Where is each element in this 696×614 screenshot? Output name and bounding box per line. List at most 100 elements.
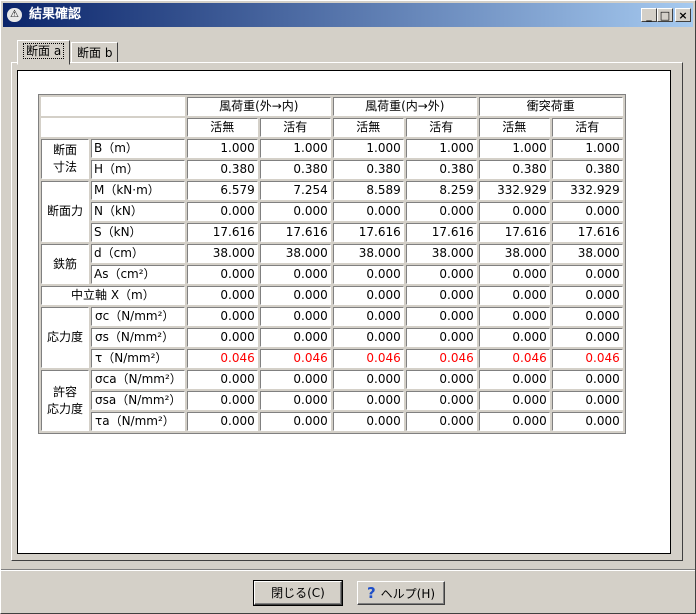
tab-section-a[interactable]: 断面 a	[17, 40, 71, 65]
app-icon[interactable]: ⚠	[7, 8, 22, 22]
row-label: τa（N/mm²）	[91, 412, 185, 431]
row-label: σs（N/mm²）	[91, 328, 185, 347]
value-cell: 0.000	[405, 202, 477, 221]
value-cell: 0.000	[478, 286, 550, 305]
row-label: M（kN·m）	[91, 181, 185, 200]
table-row: 中立軸 X（m） 0.000 0.000 0.000 0.000 0.000 0…	[41, 286, 623, 305]
help-button[interactable]: ? ヘルプ(H)	[357, 581, 445, 605]
help-icon: ?	[366, 584, 376, 602]
value-cell: 0.380	[186, 160, 258, 179]
value-cell: 0.000	[551, 202, 623, 221]
value-cell-warning: 0.046	[405, 349, 477, 368]
value-cell: 0.000	[186, 370, 258, 389]
value-cell: 0.000	[478, 328, 550, 347]
group-header-impact: 衝突荷重	[478, 97, 623, 116]
value-cell: 0.000	[551, 370, 623, 389]
value-cell: 0.000	[332, 202, 404, 221]
value-cell: 332.929	[478, 181, 550, 200]
group-label-allowable-stress: 許容 応力度	[41, 370, 89, 431]
row-label: N（kN）	[91, 202, 185, 221]
subheader-cell: 活有	[551, 118, 623, 137]
value-cell: 0.000	[405, 391, 477, 410]
value-cell: 6.579	[186, 181, 258, 200]
value-cell: 0.000	[332, 412, 404, 431]
value-cell: 17.616	[332, 223, 404, 242]
value-cell: 0.000	[405, 286, 477, 305]
table-header-row: 風荷重(外→内) 風荷重(内→外) 衝突荷重	[41, 97, 623, 116]
table-row: 断面力 M（kN·m） 6.579 7.254 8.589 8.259 332.…	[41, 181, 623, 242]
value-cell: 17.616	[259, 223, 331, 242]
table-row: S（kN） 17.616 17.616 17.616 17.616 17.616…	[41, 223, 623, 242]
table-row: 応力度 σc（N/mm²） 0.000 0.000 0.000 0.000 0.…	[41, 307, 623, 368]
table-row: 許容 応力度 σca（N/mm²） 0.000 0.000 0.000 0.000…	[41, 370, 623, 431]
value-cell: 0.000	[551, 307, 623, 326]
minimize-button[interactable]: _	[641, 8, 657, 22]
value-cell: 1.000	[551, 139, 623, 158]
row-label-neutral-axis: 中立軸 X（m）	[41, 286, 185, 305]
value-cell: 0.000	[478, 391, 550, 410]
value-cell: 17.616	[405, 223, 477, 242]
value-cell: 17.616	[478, 223, 550, 242]
value-cell: 0.000	[259, 307, 331, 326]
subheader-cell: 活無	[332, 118, 404, 137]
value-cell: 0.000	[405, 307, 477, 326]
value-cell-warning: 0.046	[259, 349, 331, 368]
row-label: d（cm）	[91, 244, 185, 263]
tab-section-a-label: 断面 a	[23, 43, 65, 59]
header-blank	[41, 97, 185, 116]
value-cell: 0.000	[551, 265, 623, 284]
value-cell: 0.000	[478, 307, 550, 326]
value-cell-warning: 0.046	[332, 349, 404, 368]
value-cell: 0.000	[186, 286, 258, 305]
value-cell: 0.000	[259, 391, 331, 410]
value-cell: 1.000	[186, 139, 258, 158]
tab-section-b-label: 断面 b	[77, 46, 113, 60]
value-cell: 17.616	[186, 223, 258, 242]
row-label: H（m）	[91, 160, 185, 179]
result-table: 風荷重(外→内) 風荷重(内→外) 衝突荷重 活無 活有 活無 活有 活無 活有…	[38, 94, 626, 434]
value-cell: 8.259	[405, 181, 477, 200]
value-cell: 0.000	[405, 328, 477, 347]
value-cell: 0.000	[478, 412, 550, 431]
maximize-button[interactable]: □	[657, 8, 673, 22]
value-cell-warning: 0.046	[478, 349, 550, 368]
value-cell: 1.000	[405, 139, 477, 158]
value-cell: 38.000	[259, 244, 331, 263]
table-row: τ（N/mm²） 0.046 0.046 0.046 0.046 0.046 0…	[41, 349, 623, 368]
footer-divider	[1, 569, 695, 571]
title-bar[interactable]: ⚠ 結果確認 _ □ ×	[3, 3, 693, 27]
value-cell: 1.000	[478, 139, 550, 158]
subheader-blank	[41, 118, 185, 137]
value-cell: 0.000	[186, 202, 258, 221]
group-header-wind-in-out: 風荷重(内→外)	[332, 97, 477, 116]
value-cell: 0.380	[551, 160, 623, 179]
row-label: S（kN）	[91, 223, 185, 242]
value-cell: 0.000	[405, 265, 477, 284]
value-cell: 332.929	[551, 181, 623, 200]
value-cell: 0.000	[332, 328, 404, 347]
value-cell: 0.380	[259, 160, 331, 179]
value-cell: 0.000	[259, 286, 331, 305]
subheader-cell: 活無	[478, 118, 550, 137]
value-cell: 0.000	[405, 370, 477, 389]
value-cell: 0.000	[259, 328, 331, 347]
value-cell: 0.380	[332, 160, 404, 179]
close-button[interactable]: 閉じる(C)	[253, 580, 343, 606]
value-cell: 0.000	[551, 412, 623, 431]
value-cell: 38.000	[478, 244, 550, 263]
value-cell: 1.000	[259, 139, 331, 158]
value-cell: 17.616	[551, 223, 623, 242]
value-cell: 0.000	[478, 370, 550, 389]
value-cell: 38.000	[551, 244, 623, 263]
value-cell: 0.000	[259, 202, 331, 221]
tab-section-b[interactable]: 断面 b	[71, 42, 119, 63]
value-cell: 0.000	[259, 265, 331, 284]
value-cell: 0.000	[332, 370, 404, 389]
value-cell: 0.000	[332, 307, 404, 326]
row-label: As（cm²）	[91, 265, 185, 284]
close-window-button[interactable]: ×	[675, 8, 691, 22]
group-header-wind-out-in: 風荷重(外→内)	[186, 97, 331, 116]
subheader-cell: 活有	[259, 118, 331, 137]
row-label: τ（N/mm²）	[91, 349, 185, 368]
row-label: σc（N/mm²）	[91, 307, 185, 326]
